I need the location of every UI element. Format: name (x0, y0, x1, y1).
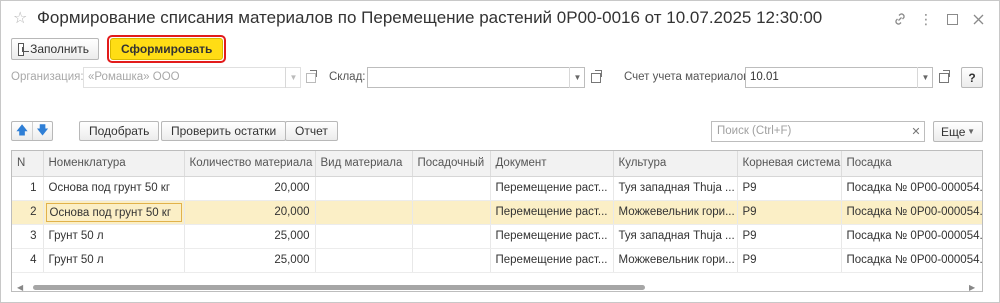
column-header[interactable]: Посадка (841, 151, 982, 177)
table-cell[interactable] (412, 224, 491, 249)
table-cell: 3 (12, 224, 44, 249)
column-header[interactable]: Номенклатура (43, 151, 185, 177)
fill-icon (18, 42, 30, 56)
table-cell[interactable]: Р9 (737, 248, 842, 273)
link-icon[interactable] (887, 9, 913, 29)
table-cell[interactable]: Перемещение раст... (490, 200, 614, 225)
table-cell[interactable]: Туя западная Thuja ... (613, 224, 738, 249)
close-icon[interactable] (965, 9, 991, 29)
fill-button-label: Заполнить (30, 42, 89, 56)
table-header: N Номенклатура Количество материала Вид … (12, 151, 982, 177)
open-icon[interactable] (302, 68, 320, 87)
table-cell[interactable]: 25,000 (184, 248, 316, 273)
table-cell[interactable]: Перемещение раст... (490, 176, 614, 201)
star-icon[interactable]: ☆ (13, 8, 27, 28)
column-header[interactable]: Культура (613, 151, 738, 177)
table-cell[interactable]: Посадка № 0Р00-000054... (841, 224, 982, 249)
table-cell: 2 (12, 200, 44, 225)
open-icon[interactable] (935, 68, 953, 87)
command-bar: Заполнить Сформировать (11, 35, 227, 63)
table-cell[interactable]: Можжевельник гори... (613, 248, 738, 273)
pick-button[interactable]: Подобрать (79, 121, 160, 141)
more-button-label: Еще (941, 124, 966, 139)
table-cell[interactable] (315, 224, 413, 249)
form-window: ☆ Формирование списания материалов по Пе… (0, 0, 1000, 303)
table-cell[interactable] (412, 176, 491, 201)
table-cell[interactable]: 20,000 (184, 176, 316, 201)
chevron-down-icon: ▼ (967, 127, 975, 136)
table-cell[interactable] (412, 200, 491, 225)
table-cell: 1 (12, 176, 44, 201)
open-icon[interactable] (587, 68, 605, 87)
table-row-selected[interactable]: 2 Основа под грунт 50 кг 20,000 Перемеще… (12, 200, 982, 225)
table-row[interactable]: 3 Грунт 50 л 25,000 Перемещение раст... … (12, 224, 982, 249)
column-header[interactable]: Посадочный (412, 151, 491, 177)
column-header[interactable]: Вид материала (315, 151, 413, 177)
arrow-up-icon[interactable]: 🡅 (12, 122, 32, 140)
column-header[interactable]: Документ (490, 151, 614, 177)
fill-button[interactable]: Заполнить (11, 38, 99, 60)
table-cell[interactable]: Туя западная Thuja ... (613, 176, 738, 201)
help-button[interactable]: ? (961, 67, 983, 88)
generate-button[interactable]: Сформировать (110, 38, 224, 60)
table-cell[interactable]: Посадка № 0Р00-000054... (841, 200, 982, 225)
column-header[interactable]: Корневая система (737, 151, 842, 177)
chevron-down-icon[interactable]: ▼ (917, 67, 933, 88)
maximize-icon[interactable] (939, 9, 965, 29)
table-cell: 4 (12, 248, 44, 273)
current-cell-text[interactable]: Основа под грунт 50 кг (45, 202, 182, 222)
table-cell[interactable] (315, 200, 413, 225)
table-cell[interactable]: Р9 (737, 224, 842, 249)
report-button[interactable]: Отчет (285, 121, 338, 141)
table-cell[interactable]: Грунт 50 л (43, 248, 185, 273)
table-cell[interactable]: Р9 (737, 200, 842, 225)
table-cell[interactable] (315, 248, 413, 273)
table-cell[interactable]: Р9 (737, 176, 842, 201)
title-bar: ☆ Формирование списания материалов по Пе… (1, 1, 999, 35)
generate-button-highlight: Сформировать (107, 35, 227, 63)
scroll-left-icon[interactable]: ◀ (17, 283, 23, 292)
table-row[interactable]: 4 Грунт 50 л 25,000 Перемещение раст... … (12, 248, 982, 273)
horizontal-scrollbar[interactable]: ◀ ▶ (11, 282, 983, 292)
account-label: Счет учета материалов: (624, 71, 753, 83)
table-cell[interactable]: Посадка № 0Р00-000054... (841, 176, 982, 201)
clear-search-icon[interactable]: ✕ (907, 121, 925, 142)
more-icon[interactable]: ⋮ (913, 9, 939, 29)
table-cell[interactable] (412, 248, 491, 273)
table-toolbar: 🡅 🡇 Подобрать Проверить остатки Отчет По… (11, 121, 991, 143)
chevron-down-icon[interactable]: ▼ (569, 67, 585, 88)
table-cell[interactable]: Грунт 50 л (43, 224, 185, 249)
table-cell-current[interactable]: Основа под грунт 50 кг (43, 200, 185, 225)
table-cell[interactable]: Посадка № 0Р00-000054... (841, 248, 982, 273)
more-button[interactable]: Еще ▼ (933, 121, 983, 142)
check-stock-button[interactable]: Проверить остатки (161, 121, 287, 141)
form-fields-row: Организация: «Ромашка» ООО ▼ Склад: ▼ Сч… (11, 67, 991, 89)
chevron-down-icon[interactable]: ▼ (285, 67, 301, 88)
table-cell[interactable]: Можжевельник гори... (613, 200, 738, 225)
organization-field[interactable]: «Ромашка» ООО (83, 67, 301, 88)
materials-table: N Номенклатура Количество материала Вид … (11, 150, 983, 292)
warehouse-label: Склад: (329, 71, 366, 83)
table-row[interactable]: 1 Основа под грунт 50 кг 20,000 Перемеще… (12, 176, 982, 201)
arrow-down-icon[interactable]: 🡇 (32, 122, 52, 140)
move-buttons: 🡅 🡇 (11, 121, 53, 141)
organization-label: Организация: (11, 71, 84, 83)
window-controls: ⋮ (887, 9, 991, 29)
column-header[interactable]: Количество материала (184, 151, 316, 177)
warehouse-field[interactable] (367, 67, 585, 88)
scrollbar-thumb[interactable] (33, 285, 645, 290)
table-cell[interactable]: Перемещение раст... (490, 224, 614, 249)
window-title: Формирование списания материалов по Пере… (37, 8, 823, 27)
table-cell[interactable]: Основа под грунт 50 кг (43, 176, 185, 201)
account-field[interactable]: 10.01 (745, 67, 933, 88)
search-input[interactable]: Поиск (Ctrl+F) (711, 121, 925, 142)
column-header[interactable]: N (12, 151, 44, 177)
scroll-right-icon[interactable]: ▶ (969, 283, 975, 292)
table-cell[interactable]: Перемещение раст... (490, 248, 614, 273)
table-cell[interactable] (315, 176, 413, 201)
table-cell[interactable]: 25,000 (184, 224, 316, 249)
table-cell[interactable]: 20,000 (184, 200, 316, 225)
